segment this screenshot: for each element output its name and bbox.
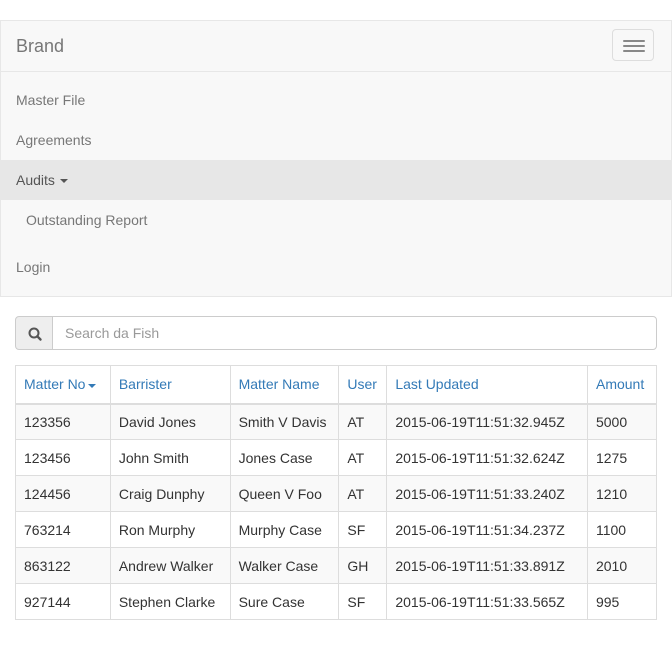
dropdown-item-label: Outstanding Report <box>26 212 148 228</box>
cell-user: SF <box>338 583 388 620</box>
column-header-label: Barrister <box>118 376 172 393</box>
table-header-row: Matter No Barrister Matter Name User Las… <box>15 365 658 405</box>
cell-amount: 2010 <box>586 547 658 584</box>
cell-user: SF <box>338 511 388 548</box>
cell-last-updated: 2015-06-19T11:51:34.237Z <box>386 511 588 548</box>
nav-item-label: Audits <box>16 172 55 188</box>
search-addon <box>15 316 53 350</box>
cell-amount: 1275 <box>586 439 658 476</box>
cell-last-updated: 2015-06-19T11:51:33.565Z <box>386 583 588 620</box>
cell-matter-no: 927144 <box>15 583 111 620</box>
table-row: 863122 Andrew Walker Walker Case GH 2015… <box>15 547 658 584</box>
search-group <box>15 316 657 350</box>
cell-user: AT <box>338 475 388 512</box>
cell-barrister: John Smith <box>109 439 231 476</box>
cell-matter-no: 763214 <box>15 511 111 548</box>
cell-matter-no: 124456 <box>15 475 111 512</box>
hamburger-icon-bar <box>623 45 645 47</box>
column-header-label: Amount <box>595 376 645 393</box>
cell-barrister: Ron Murphy <box>109 511 231 548</box>
hamburger-icon-bar <box>623 50 645 52</box>
search-input[interactable] <box>52 316 657 350</box>
cell-barrister: Andrew Walker <box>109 547 231 584</box>
cell-barrister: David Jones <box>109 403 231 440</box>
table-row: 927144 Stephen Clarke Sure Case SF 2015-… <box>15 583 658 620</box>
navbar-toggle-button[interactable] <box>612 29 654 61</box>
nav-item-login[interactable]: Login <box>1 247 671 287</box>
cell-barrister: Stephen Clarke <box>109 583 231 620</box>
hamburger-icon-bar <box>623 40 645 42</box>
navbar-header: Brand <box>1 21 671 72</box>
cell-matter-name: Sure Case <box>229 583 340 620</box>
cell-amount: 5000 <box>586 403 658 440</box>
cell-barrister: Craig Dunphy <box>109 475 231 512</box>
cell-matter-name: Queen V Foo <box>229 475 340 512</box>
nav-item-label: Agreements <box>16 132 92 148</box>
cell-matter-name: Smith V Davis <box>229 403 340 440</box>
cell-amount: 1210 <box>586 475 658 512</box>
brand-link[interactable]: Brand <box>16 36 64 56</box>
nav-item-label: Master File <box>16 92 86 108</box>
cell-matter-no: 123356 <box>15 403 111 440</box>
cell-matter-name: Murphy Case <box>229 511 340 548</box>
cell-user: AT <box>338 403 388 440</box>
matters-table: Matter No Barrister Matter Name User Las… <box>15 365 658 620</box>
cell-user: AT <box>338 439 388 476</box>
cell-matter-name: Walker Case <box>229 547 340 584</box>
cell-amount: 1100 <box>586 511 658 548</box>
cell-user: GH <box>338 547 388 584</box>
column-header-matter-name[interactable]: Matter Name <box>229 365 340 405</box>
table-row: 123356 David Jones Smith V Davis AT 2015… <box>15 403 658 440</box>
table-row: 124456 Craig Dunphy Queen V Foo AT 2015-… <box>15 475 658 512</box>
nav-item-audits-dropdown[interactable]: Audits <box>1 160 671 200</box>
nav-item-master-file[interactable]: Master File <box>1 80 671 120</box>
column-header-barrister[interactable]: Barrister <box>109 365 231 405</box>
column-header-label: User <box>347 376 377 393</box>
nav-item-label: Login <box>16 259 51 275</box>
column-header-last-updated[interactable]: Last Updated <box>386 365 588 405</box>
nav-item-agreements[interactable]: Agreements <box>1 120 671 160</box>
cell-amount: 995 <box>586 583 658 620</box>
cell-last-updated: 2015-06-19T11:51:32.624Z <box>386 439 588 476</box>
dropdown-item-outstanding-report[interactable]: Outstanding Report <box>1 200 671 240</box>
sort-desc-icon <box>88 383 97 388</box>
cell-matter-no: 123456 <box>15 439 111 476</box>
table-row: 763214 Ron Murphy Murphy Case SF 2015-06… <box>15 511 658 548</box>
cell-last-updated: 2015-06-19T11:51:33.240Z <box>386 475 588 512</box>
navbar: Brand Master File Agreements Audits Outs… <box>0 20 672 297</box>
cell-matter-name: Jones Case <box>229 439 340 476</box>
caret-down-icon <box>59 179 68 184</box>
cell-last-updated: 2015-06-19T11:51:33.891Z <box>386 547 588 584</box>
column-header-label: Matter Name <box>238 376 320 393</box>
column-header-label: Matter No <box>24 376 86 393</box>
table-row: 123456 John Smith Jones Case AT 2015-06-… <box>15 439 658 476</box>
column-header-amount[interactable]: Amount <box>586 365 658 405</box>
search-icon <box>28 327 42 341</box>
cell-matter-no: 863122 <box>15 547 111 584</box>
column-header-label: Last Updated <box>395 376 479 393</box>
column-header-user[interactable]: User <box>338 365 388 405</box>
column-header-matter-no[interactable]: Matter No <box>15 365 111 405</box>
cell-last-updated: 2015-06-19T11:51:32.945Z <box>386 403 588 440</box>
